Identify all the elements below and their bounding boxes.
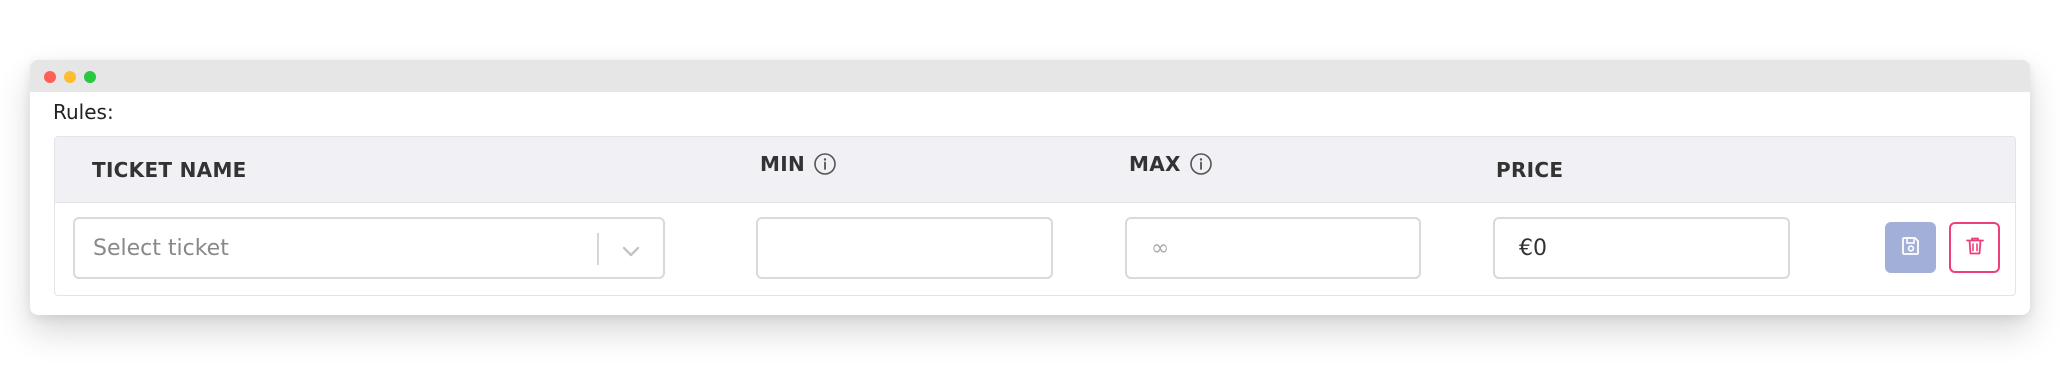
info-circle-icon[interactable]: [1189, 152, 1213, 176]
ticket-name-header-label: TICKET NAME: [92, 158, 247, 182]
price-input[interactable]: [1495, 219, 1788, 277]
save-button[interactable]: [1885, 222, 1936, 273]
info-circle-icon[interactable]: [813, 152, 837, 176]
delete-button[interactable]: [1949, 222, 2000, 273]
app-window: Rules: TICKET NAME MIN MAX PRICE Select …: [30, 60, 2030, 315]
column-header-max: MAX: [1129, 152, 1213, 176]
max-input-field[interactable]: [1125, 217, 1421, 279]
column-header-price: PRICE: [1496, 158, 1563, 182]
select-separator: [597, 233, 599, 265]
floppy-disk-icon: [1899, 234, 1923, 262]
table-header: TICKET NAME MIN MAX PRICE: [55, 137, 2015, 203]
trash-icon: [1963, 234, 1987, 262]
max-header-label: MAX: [1129, 152, 1181, 176]
max-input[interactable]: [1127, 219, 1419, 277]
price-header-label: PRICE: [1496, 158, 1564, 182]
window-titlebar: [30, 60, 2030, 92]
minimize-window-button[interactable]: [64, 71, 76, 83]
ticket-select-placeholder: Select ticket: [93, 235, 229, 261]
maximize-window-button[interactable]: [84, 71, 96, 83]
ticket-select[interactable]: Select ticket: [73, 217, 665, 279]
min-input-field[interactable]: [756, 217, 1053, 279]
close-window-button[interactable]: [44, 71, 56, 83]
min-input[interactable]: [758, 219, 1051, 277]
column-header-ticket-name: TICKET NAME: [92, 158, 247, 182]
column-header-min: MIN: [760, 152, 837, 176]
price-input-field[interactable]: [1493, 217, 1790, 279]
rules-label: Rules:: [53, 100, 114, 124]
min-header-label: MIN: [760, 152, 805, 176]
chevron-down-icon[interactable]: [619, 239, 643, 263]
rules-table: TICKET NAME MIN MAX PRICE Select ticket …: [54, 136, 2016, 296]
